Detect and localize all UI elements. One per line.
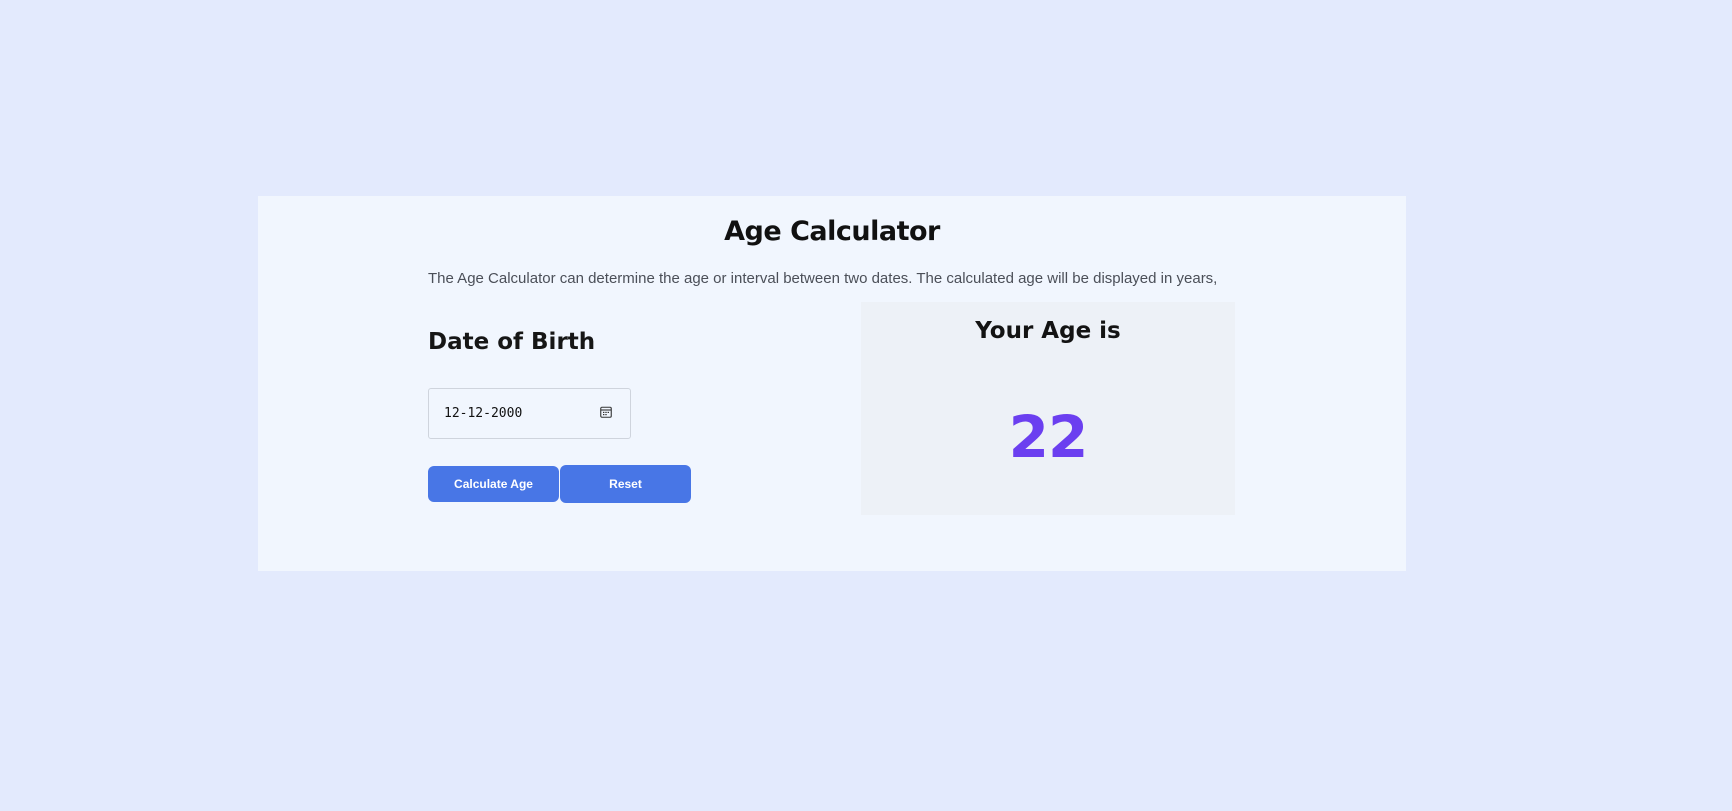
dob-label: Date of Birth (428, 329, 596, 355)
age-value: 22 (1008, 403, 1089, 471)
date-value: 12-12-2000 (444, 406, 523, 421)
description-text: The Age Calculator can determine the age… (428, 270, 1218, 287)
date-of-birth-input[interactable]: 12-12-2000 (428, 388, 631, 439)
result-heading: Your Age is (975, 318, 1121, 344)
page-title: Age Calculator (724, 216, 940, 247)
age-calculator-card: Age Calculator The Age Calculator can de… (258, 196, 1406, 571)
result-panel: Your Age is 22 (861, 302, 1235, 515)
reset-button[interactable]: Reset (560, 465, 691, 503)
calculate-age-button[interactable]: Calculate Age (428, 466, 559, 502)
calendar-icon[interactable] (600, 406, 612, 418)
